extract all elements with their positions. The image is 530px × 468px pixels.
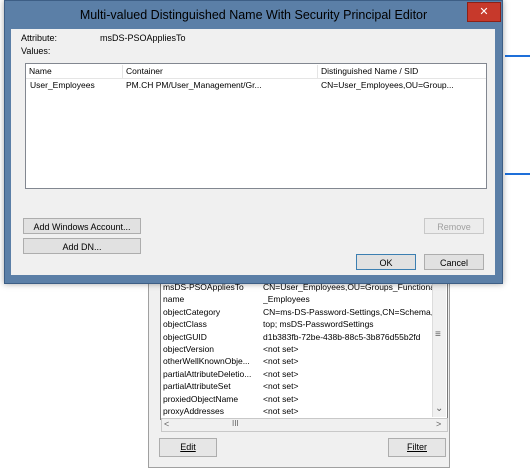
values-label: Values:	[21, 46, 51, 56]
remove-button[interactable]: Remove	[424, 218, 484, 234]
table-row[interactable]: objectClass top; msDS-PasswordSettings	[163, 318, 433, 330]
attribute-value: <not set>	[263, 356, 299, 367]
chevron-right-icon[interactable]: >	[436, 419, 441, 429]
attribute-name: proxyAddresses	[163, 406, 224, 416]
dialog-client-area: Attribute: msDS-PSOAppliesTo Values: Nam…	[11, 29, 495, 275]
attribute-name: objectClass	[163, 319, 207, 330]
table-row[interactable]: partialAttributeSet <not set>	[163, 380, 433, 392]
chevron-left-icon[interactable]: <	[164, 419, 169, 429]
row-name: User_Employees	[30, 80, 95, 90]
filter-button[interactable]: Filter	[388, 438, 446, 457]
attribute-name: objectVersion	[163, 344, 215, 354]
horizontal-scrollbar[interactable]: < III >	[161, 418, 448, 432]
attribute-name: partialAttributeDeletio...	[163, 368, 252, 379]
table-row[interactable]: objectGUID d1b383fb-72be-438b-88c5-3b876d…	[163, 331, 433, 343]
attribute-name: name	[163, 294, 185, 305]
add-windows-account-button[interactable]: Add Windows Account...	[23, 218, 141, 234]
attribute-value: top; msDS-PasswordSettings	[263, 319, 374, 330]
row-container: PM.CH PM/User_Management/Gr...	[126, 80, 262, 90]
column-header-dn[interactable]: Distinguished Name / SID	[318, 65, 485, 78]
attribute-value: <not set>	[263, 393, 299, 404]
attribute-value: <not set>	[263, 406, 299, 416]
dialog-title: Multi-valued Distinguished Name With Sec…	[79, 8, 428, 22]
attribute-name: proxiedObjectName	[163, 393, 239, 404]
attribute-value: <not set>	[263, 344, 299, 354]
table-row[interactable]: objectVersion <not set>	[163, 343, 433, 355]
attribute-value: _Employees	[263, 294, 310, 305]
column-header-name[interactable]: Name	[26, 65, 123, 78]
attribute-label: Attribute:	[21, 33, 58, 43]
cancel-button[interactable]: Cancel	[424, 254, 484, 270]
table-row[interactable]: proxyAddresses <not set>	[163, 405, 433, 417]
table-row[interactable]: proxiedObjectName <not set>	[163, 393, 433, 405]
vertical-scrollbar[interactable]: ≡ ⌄	[432, 279, 446, 417]
scroll-thumb-grip-icon: ≡	[435, 329, 441, 340]
table-row[interactable]: objectCategory CN=ms-DS-Password-Settings…	[163, 306, 438, 318]
attribute-value: msDS-PSOAppliesTo	[100, 33, 186, 43]
scroll-thumb-grip-icon: III	[232, 419, 239, 428]
background-accent-line	[505, 173, 530, 175]
table-row[interactable]: otherWellKnownObje... <not set>	[163, 355, 433, 367]
ok-button[interactable]: OK	[356, 254, 416, 270]
attribute-name: objectGUID	[163, 331, 207, 342]
close-icon[interactable]: ✕	[467, 2, 501, 22]
list-item[interactable]: User_Employees PM.CH PM/User_Management/…	[26, 79, 486, 91]
attribute-name: partialAttributeSet	[163, 381, 231, 392]
edit-button[interactable]: Edit	[159, 438, 217, 457]
chevron-down-icon[interactable]: ⌄	[435, 403, 443, 414]
attribute-name: otherWellKnownObje...	[163, 356, 250, 367]
column-header-container[interactable]: Container	[123, 65, 318, 78]
multi-valued-dn-editor-dialog: Multi-valued Distinguished Name With Sec…	[4, 0, 503, 284]
table-row[interactable]: partialAttributeDeletio... <not set>	[163, 368, 433, 380]
table-row[interactable]: name _Employees	[163, 293, 433, 305]
attribute-value: <not set>	[263, 381, 299, 392]
row-dn: CN=User_Employees,OU=Group...	[321, 80, 454, 90]
attribute-value: CN=ms-DS-Password-Settings,CN=Schema,C	[263, 306, 438, 317]
add-dn-button[interactable]: Add DN...	[23, 238, 141, 254]
background-accent-line	[505, 55, 530, 57]
values-list[interactable]: Name Container Distinguished Name / SID …	[25, 63, 487, 189]
attributes-list[interactable]: msDS-PSOAppliesTo CN=User_Employees,OU=Gr…	[160, 278, 448, 420]
attribute-value: d1b383fb-72be-438b-88c5-3b876d55b2fd	[263, 331, 421, 342]
attribute-value: <not set>	[263, 368, 299, 379]
attribute-name: objectCategory	[163, 306, 221, 317]
